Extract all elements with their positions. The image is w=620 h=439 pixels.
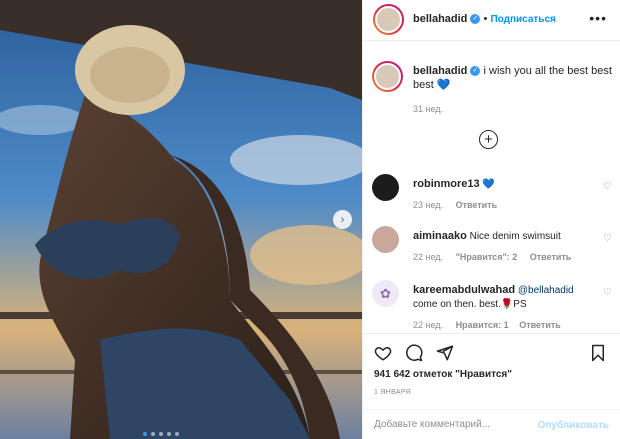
comment-meta: 23 нед. Ответить: [413, 200, 497, 210]
publish-button[interactable]: Опубликовать: [538, 420, 609, 431]
comment-body: Nice denim swimsuit: [469, 231, 561, 242]
comment-text: aiminaako Nice denim swimsuit: [413, 229, 588, 244]
more-options-icon[interactable]: •••: [589, 10, 607, 26]
comment-like-heart-icon[interactable]: ♡: [603, 287, 612, 298]
comment-text: robinmore13 💙: [413, 177, 588, 192]
comment-time[interactable]: 22 нед.: [413, 320, 443, 330]
commenter-username[interactable]: kareemabdulwahad: [413, 284, 515, 296]
commenter-username[interactable]: robinmore13: [413, 178, 480, 190]
share-icon[interactable]: [436, 344, 454, 362]
verified-badge-icon: ✓: [470, 66, 481, 77]
caption-time[interactable]: 31 нед.: [413, 104, 443, 114]
comment-composer: Опубликовать: [363, 409, 620, 439]
caption-username[interactable]: bellahadid: [413, 65, 467, 77]
caption-avatar[interactable]: [372, 61, 403, 92]
comment-input[interactable]: [374, 419, 534, 430]
caption: bellahadid ✓ i wish you all the best bes…: [413, 64, 613, 92]
comment-icon[interactable]: [405, 344, 423, 362]
follow-button[interactable]: Подписаться: [490, 14, 555, 25]
comment-meta: 22 нед. "Нравится": 2 Ответить: [413, 252, 571, 262]
post-photo[interactable]: ›: [0, 0, 362, 439]
reply-button[interactable]: Ответить: [456, 200, 498, 210]
comment-time[interactable]: 22 нед.: [413, 252, 443, 262]
comment-likes[interactable]: Нравится: 1: [456, 320, 509, 330]
commenter-avatar[interactable]: [372, 174, 399, 201]
carousel-dot: [143, 432, 147, 436]
photo-image: [0, 0, 362, 439]
reply-button[interactable]: Ответить: [530, 252, 572, 262]
carousel-dot: [151, 432, 155, 436]
comment-text: kareemabdulwahad @bellahadid come on the…: [413, 283, 588, 312]
carousel-dot: [175, 432, 179, 436]
comment-likes[interactable]: "Нравится": 2: [456, 252, 518, 262]
author-username[interactable]: bellahadid: [413, 13, 467, 25]
likes-count[interactable]: 941 642 отметок "Нравится": [374, 369, 512, 380]
header-line: bellahadid ✓ • Подписаться: [413, 13, 556, 25]
load-more-comments-button[interactable]: +: [479, 130, 498, 149]
carousel-next-button[interactable]: ›: [333, 210, 352, 229]
author-avatar[interactable]: [373, 4, 404, 35]
comment-body: 💙: [482, 179, 495, 190]
commenter-avatar[interactable]: ✿: [372, 280, 399, 307]
bookmark-icon[interactable]: [589, 344, 607, 362]
commenter-username[interactable]: aiminaako: [413, 230, 467, 242]
comment-item: aiminaako Nice denim swimsuit 22 нед. "Н…: [372, 226, 612, 266]
reply-button[interactable]: Ответить: [519, 320, 561, 330]
post-sidebar: bellahadid ✓ • Подписаться ••• bellahadi…: [362, 0, 620, 439]
post-header: bellahadid ✓ • Подписаться •••: [363, 0, 620, 41]
comment-mention[interactable]: @bellahadid: [518, 285, 574, 296]
carousel-dot: [167, 432, 171, 436]
comment-time[interactable]: 23 нед.: [413, 200, 443, 210]
comment-item: ✿ kareemabdulwahad @bellahadid come on t…: [372, 280, 612, 332]
action-bar: [363, 333, 620, 363]
separator-dot: •: [483, 13, 488, 25]
comment-like-heart-icon[interactable]: ♡: [603, 181, 612, 192]
comment-body: come on then. best.🌹PS: [413, 299, 527, 310]
heart-icon[interactable]: [374, 344, 392, 362]
carousel-dots: [143, 432, 179, 436]
verified-badge-icon: ✓: [470, 14, 481, 25]
post-date[interactable]: 1 ЯНВАРЯ: [374, 389, 411, 396]
comment-meta: 22 нед. Нравится: 1 Ответить: [413, 320, 561, 330]
comment-like-heart-icon[interactable]: ♡: [603, 233, 612, 244]
carousel-dot: [159, 432, 163, 436]
comment-item: robinmore13 💙 23 нед. Ответить ♡: [372, 174, 612, 214]
commenter-avatar[interactable]: [372, 226, 399, 253]
